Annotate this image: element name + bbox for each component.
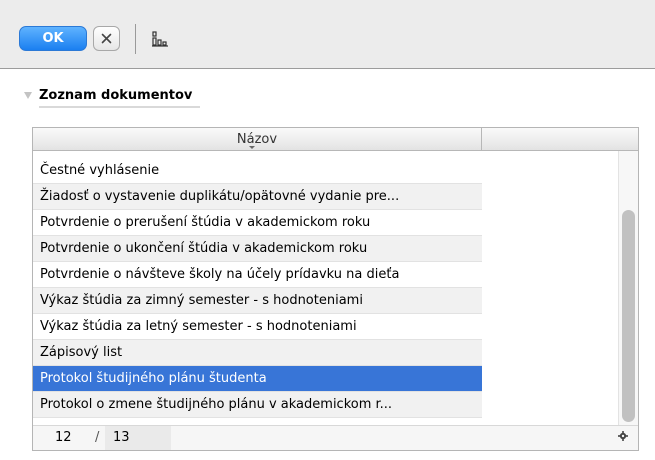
table-row[interactable]: Potvrdenie o prerušení štúdia v akademic… bbox=[33, 210, 482, 236]
table-row[interactable]: Potvrdenie o návšteve školy na účely prí… bbox=[33, 262, 482, 288]
table-row[interactable]: Žiadosť o vystavenie duplikátu/opätovné … bbox=[33, 184, 482, 210]
record-total: 13 bbox=[113, 430, 130, 445]
vertical-scrollbar[interactable] bbox=[618, 151, 638, 425]
gear-icon[interactable] bbox=[618, 430, 628, 445]
table-row[interactable]: Zápisový list bbox=[33, 340, 482, 366]
record-current: 12 bbox=[55, 430, 72, 445]
table-row[interactable]: Výkaz štúdia za zimný semester - s hodno… bbox=[33, 288, 482, 314]
close-icon bbox=[101, 33, 112, 44]
cancel-button[interactable] bbox=[93, 26, 120, 51]
grid-footer: 12 / 13 bbox=[33, 425, 638, 450]
column-header-name[interactable]: Názov bbox=[33, 128, 482, 150]
collapse-arrow-icon[interactable] bbox=[24, 92, 32, 99]
toolbar-divider bbox=[135, 24, 136, 54]
section-header[interactable]: Zoznam dokumentov bbox=[20, 86, 640, 112]
grid-header: Názov bbox=[33, 128, 638, 151]
table-row[interactable]: Protokol študijného plánu študenta bbox=[33, 366, 482, 392]
document-list-grid: Názov Čestné vyhlásenie Žiadosť o vystave… bbox=[32, 127, 639, 451]
column-header-empty[interactable] bbox=[482, 128, 638, 150]
scrollbar-thumb[interactable] bbox=[622, 210, 635, 422]
section-title: Zoznam dokumentov bbox=[39, 88, 201, 108]
table-row[interactable]: Výkaz štúdia za letný semester - s hodno… bbox=[33, 314, 482, 340]
toolbar: OK bbox=[0, 0, 655, 69]
ok-button[interactable]: OK bbox=[19, 26, 87, 51]
table-row[interactable]: Protokol o zmene študijného plánu v akad… bbox=[33, 392, 482, 418]
table-row[interactable]: Čestné vyhlásenie bbox=[33, 158, 482, 184]
table-row[interactable]: Potvrdenie o ukončení štúdia v akademick… bbox=[33, 236, 482, 262]
sort-indicator-icon bbox=[249, 146, 255, 149]
grid-rows: Čestné vyhlásenie Žiadosť o vystavenie du… bbox=[33, 158, 482, 418]
hierarchy-icon[interactable] bbox=[150, 30, 170, 48]
record-separator: / bbox=[95, 430, 100, 445]
